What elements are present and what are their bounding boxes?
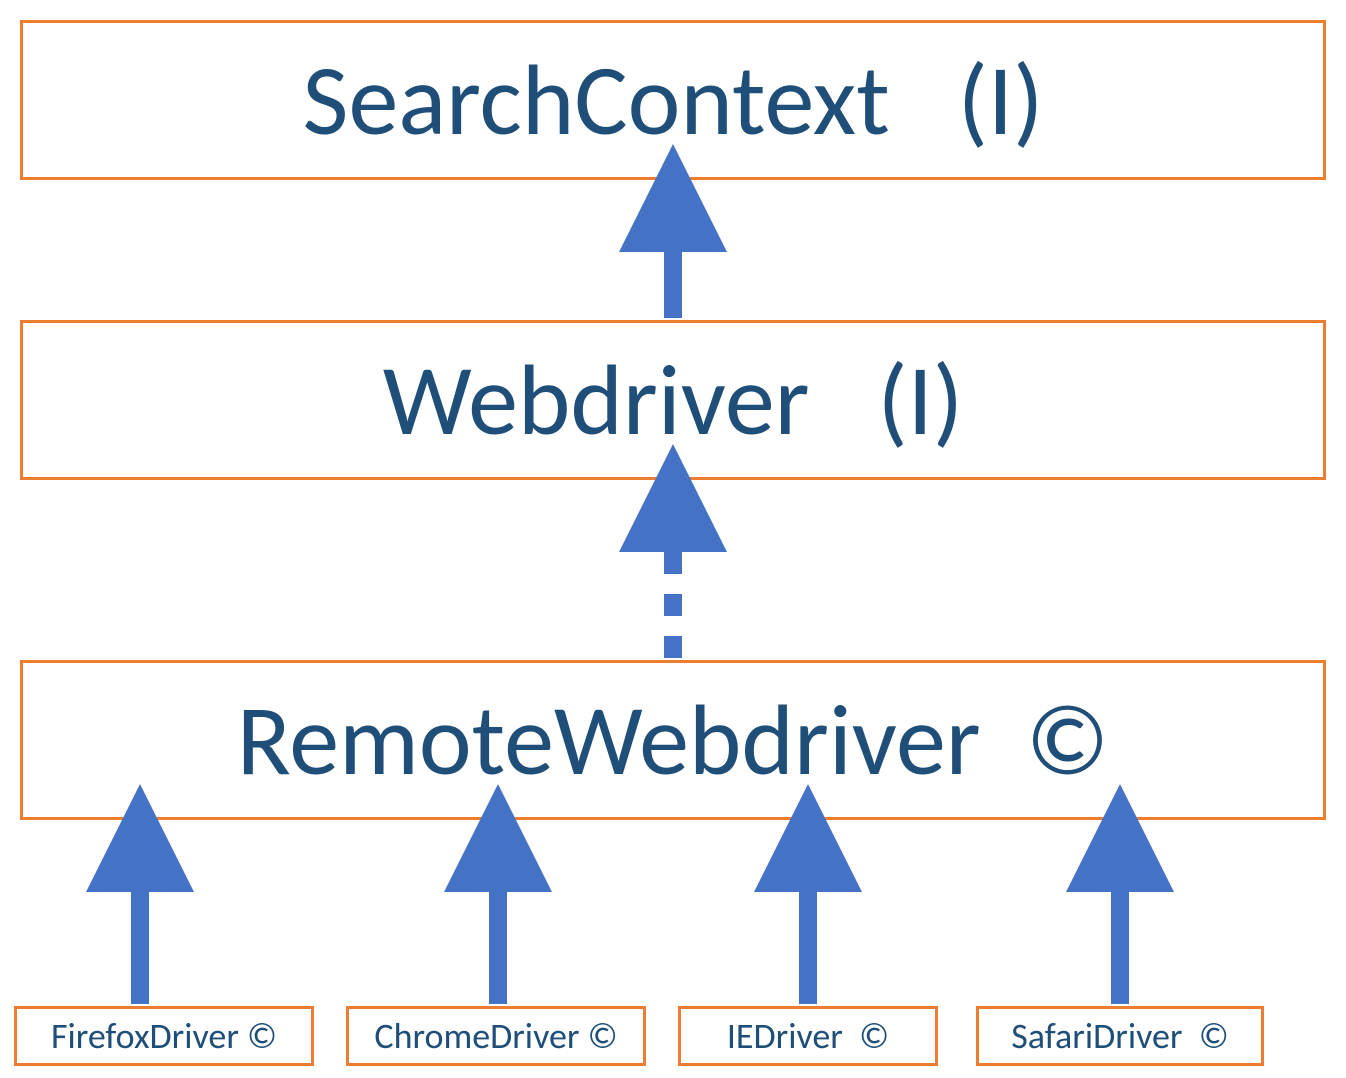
webdriver-box: Webdriver (I) bbox=[20, 320, 1326, 480]
chromedriver-box: ChromeDriver © bbox=[346, 1006, 646, 1066]
remotewebdriver-box: RemoteWebdriver © bbox=[20, 660, 1326, 820]
safaridriver-box: SafariDriver © bbox=[976, 1006, 1264, 1066]
diagram-canvas: SearchContext (I) Webdriver (I) RemoteWe… bbox=[0, 0, 1346, 1078]
iedriver-box: IEDriver © bbox=[678, 1006, 938, 1066]
searchcontext-box: SearchContext (I) bbox=[20, 20, 1326, 180]
firefoxdriver-box: FirefoxDriver © bbox=[14, 1006, 314, 1066]
